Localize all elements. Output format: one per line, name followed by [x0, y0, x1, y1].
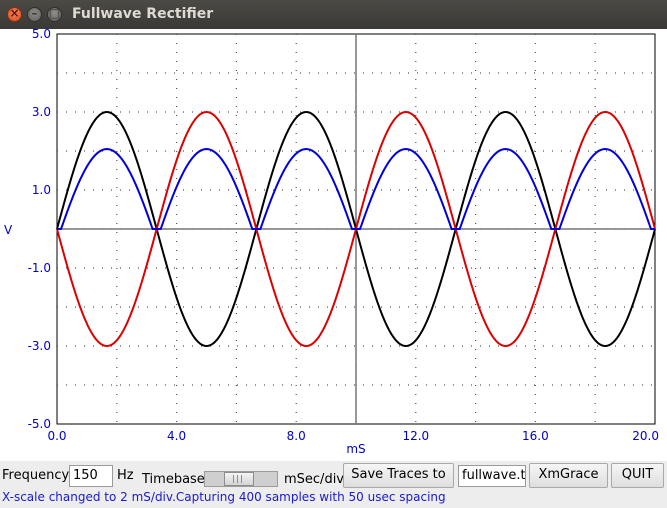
filename-input[interactable]: fullwave.txt	[458, 465, 526, 487]
x-tick-label: 0.0	[47, 429, 66, 443]
oscilloscope-plot-area: 5.0 3.0 1.0 -1.0 -3.0 -5.0 0.0 4.0 8.0 12.0 16.0 20…	[0, 29, 667, 461]
timebase-label: Timebase	[142, 472, 205, 487]
xmgrace-button[interactable]: XmGrace	[529, 463, 608, 488]
status-message: X-scale changed to 2 mS/div.Capturing 40…	[2, 490, 446, 504]
title-bar: × – □ Fullwave Rectifier	[0, 0, 667, 29]
maximize-window-button[interactable]: □	[47, 6, 62, 22]
close-icon: ×	[9, 6, 20, 20]
close-window-button[interactable]: ×	[7, 6, 22, 22]
frequency-label: Frequency	[2, 468, 70, 483]
y-tick-label: -3.0	[28, 339, 51, 353]
frequency-input[interactable]: 150	[69, 465, 113, 487]
timebase-unit-label: mSec/div	[284, 472, 344, 487]
y-tick-label: 1.0	[32, 183, 51, 197]
minimize-window-button[interactable]: –	[27, 6, 42, 22]
oscilloscope-chart: 5.03.01.0-1.0-3.0-5.00.0 4.0 8.0 12.0 16.0 20…	[4, 29, 659, 456]
maximize-icon: □	[48, 6, 61, 20]
y-tick-label: 5.0	[32, 29, 51, 41]
y-tick-label: -1.0	[28, 261, 51, 275]
quit-button[interactable]: QUIT	[611, 463, 664, 488]
timebase-slider-handle[interactable]	[224, 472, 254, 486]
save-traces-button[interactable]: Save Traces to	[343, 463, 454, 488]
window-title: Fullwave Rectifier	[72, 6, 214, 22]
y-tick-label: 3.0	[32, 105, 51, 119]
y-axis-label: V	[4, 223, 13, 237]
x-tick-label: 16.0	[522, 429, 549, 443]
x-tick-label: 20.0	[632, 429, 659, 443]
x-tick-label: 8.0	[287, 429, 306, 443]
hz-label: Hz	[117, 468, 134, 483]
x-tick-label: 12.0	[402, 429, 429, 443]
minimize-icon: –	[31, 6, 38, 20]
x-tick-label: 4.0	[167, 429, 186, 443]
x-axis-label: mS	[346, 442, 365, 456]
